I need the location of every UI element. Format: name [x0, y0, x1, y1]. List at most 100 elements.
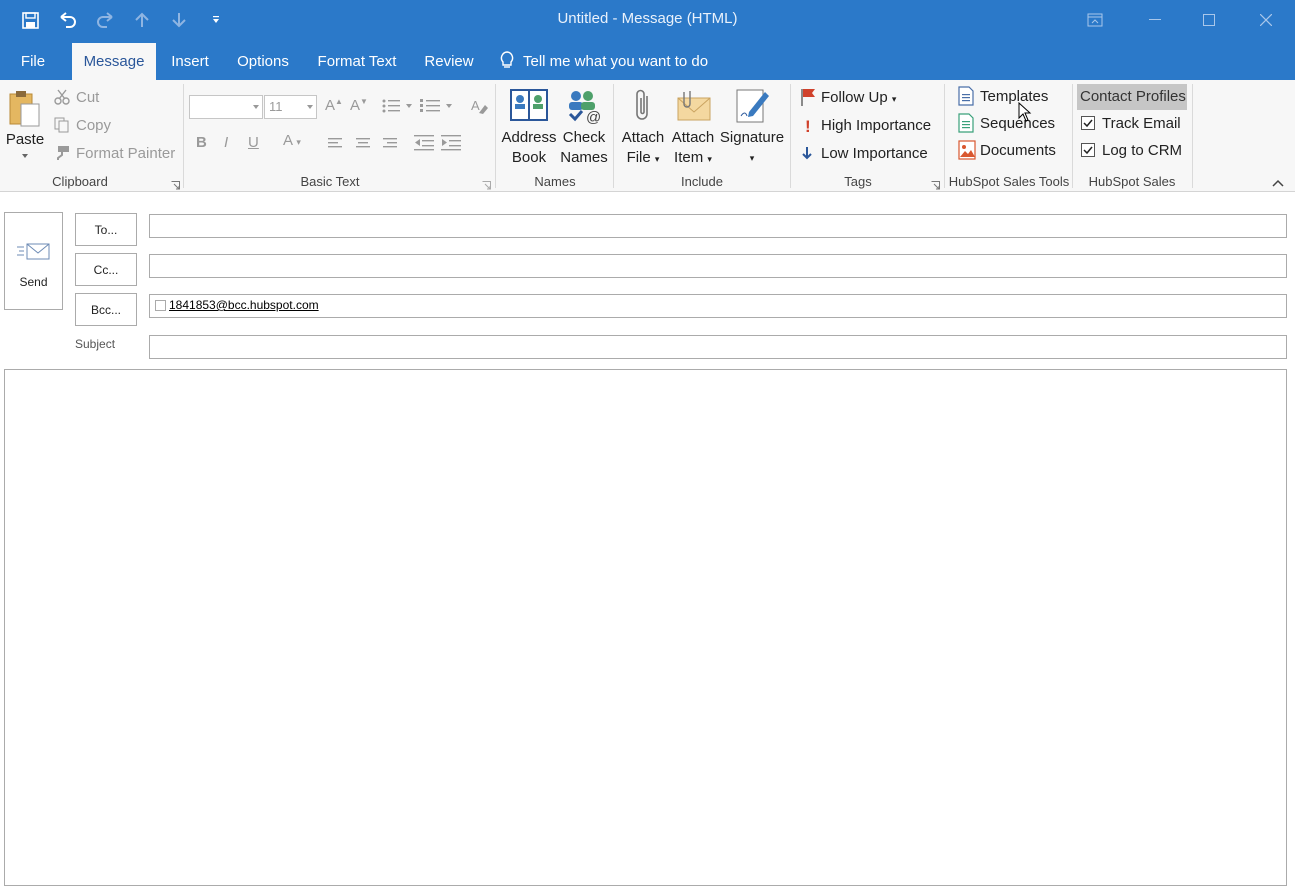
- cc-field[interactable]: [149, 254, 1287, 278]
- copy-button[interactable]: Copy: [76, 117, 111, 134]
- font-size-combo[interactable]: 11: [264, 95, 317, 119]
- italic-button[interactable]: I: [224, 134, 228, 151]
- templates-button[interactable]: Templates: [980, 88, 1048, 105]
- group-separator: [944, 84, 945, 188]
- check-names-label-line1: Check: [562, 129, 606, 146]
- bcc-field[interactable]: 1841853@bcc.hubspot.com: [149, 294, 1287, 318]
- attach-file-label-line2: File ▾: [626, 149, 660, 166]
- tab-format-text[interactable]: Format Text: [306, 43, 408, 80]
- documents-icon: [958, 140, 976, 165]
- group-separator: [790, 84, 791, 188]
- check-names-icon: @: [558, 88, 610, 128]
- to-button[interactable]: To...: [75, 213, 137, 246]
- to-field[interactable]: [149, 214, 1287, 238]
- ribbon-display-options-icon[interactable]: [1066, 0, 1123, 40]
- paperclip-icon: [618, 88, 668, 128]
- include-group-label: Include: [681, 174, 723, 189]
- increase-indent-icon[interactable]: [441, 135, 461, 156]
- documents-button[interactable]: Documents: [980, 142, 1056, 159]
- hubspot-sales-group-label: HubSpot Sales: [1088, 174, 1176, 189]
- attach-file-label-line1: Attach: [621, 129, 665, 146]
- font-name-combo[interactable]: [189, 95, 263, 119]
- tab-options[interactable]: Options: [226, 43, 300, 80]
- minimize-icon[interactable]: [1126, 0, 1183, 40]
- attach-item-button[interactable]: Attach Item ▾: [668, 88, 718, 169]
- align-left-icon[interactable]: [328, 137, 344, 155]
- subject-label: Subject: [75, 337, 116, 351]
- address-book-icon: [500, 88, 558, 128]
- send-button[interactable]: Send: [4, 212, 63, 310]
- address-book-button[interactable]: Address Book: [500, 88, 558, 168]
- align-center-icon[interactable]: [355, 137, 371, 155]
- group-separator: [613, 84, 614, 188]
- bullets-icon[interactable]: [382, 98, 414, 119]
- follow-up-button[interactable]: Follow Up ▾: [821, 89, 896, 106]
- track-email-label[interactable]: Track Email: [1102, 115, 1181, 132]
- clipboard-group-label: Clipboard: [52, 174, 108, 189]
- high-importance-button[interactable]: High Importance: [821, 117, 931, 134]
- low-importance-button[interactable]: Low Importance: [821, 145, 928, 162]
- send-icon: [17, 241, 51, 266]
- svg-text:@: @: [586, 109, 601, 124]
- maximize-icon[interactable]: [1180, 0, 1237, 40]
- paste-button[interactable]: Paste: [4, 88, 46, 158]
- dialog-launcher-icon[interactable]: [931, 177, 940, 190]
- hubspot-tools-group-label: HubSpot Sales Tools: [948, 174, 1070, 189]
- attach-file-button[interactable]: Attach File ▾: [618, 88, 668, 169]
- signature-button[interactable]: Signature ▾: [718, 88, 786, 168]
- compose-area: Send To... Cc... Bcc... 1841853@bcc.hubs…: [0, 192, 1295, 896]
- message-body[interactable]: [4, 369, 1287, 886]
- templates-icon: [958, 86, 974, 111]
- flag-icon: [800, 88, 816, 111]
- names-group-label: Names: [534, 174, 576, 189]
- numbering-icon[interactable]: [420, 98, 454, 119]
- format-painter-button[interactable]: Format Painter: [76, 145, 175, 162]
- tell-me-box[interactable]: Tell me what you want to do: [500, 43, 730, 80]
- address-book-label-line1: Address: [501, 129, 557, 146]
- check-names-button[interactable]: @ Check Names: [558, 88, 610, 168]
- attach-item-label-line1: Attach: [671, 129, 715, 146]
- group-separator: [1192, 84, 1193, 188]
- chevron-down-icon: ▾: [749, 153, 755, 163]
- contact-profiles-label: Contact Profiles: [1080, 88, 1186, 105]
- envelope-clip-icon: [668, 88, 718, 128]
- bcc-recipient[interactable]: 1841853@bcc.hubspot.com: [169, 298, 319, 312]
- cut-button[interactable]: Cut: [76, 89, 99, 106]
- tags-group-label: Tags: [844, 174, 872, 189]
- close-icon[interactable]: [1237, 0, 1294, 40]
- log-to-crm-label[interactable]: Log to CRM: [1102, 142, 1182, 159]
- track-email-checkbox[interactable]: [1081, 116, 1095, 130]
- ribbon-tabs: File Message Insert Options Format Text …: [0, 40, 1295, 80]
- signature-label: Signature: [719, 129, 785, 146]
- bcc-button[interactable]: Bcc...: [75, 293, 137, 326]
- group-separator: [1072, 84, 1073, 188]
- basic-text-group-label: Basic Text: [300, 174, 360, 189]
- tell-me-text: Tell me what you want to do: [523, 53, 709, 70]
- underline-button[interactable]: U: [248, 134, 259, 151]
- align-right-icon[interactable]: [381, 137, 397, 155]
- bold-button[interactable]: B: [196, 134, 207, 151]
- format-painter-icon: [54, 145, 70, 166]
- cc-button[interactable]: Cc...: [75, 253, 137, 286]
- decrease-indent-icon[interactable]: [414, 135, 434, 156]
- group-separator: [495, 84, 496, 188]
- tab-file[interactable]: File: [8, 43, 58, 80]
- tab-review[interactable]: Review: [414, 43, 484, 80]
- dialog-launcher-icon[interactable]: [482, 177, 491, 190]
- shrink-font-icon[interactable]: A▼: [350, 97, 368, 114]
- signature-icon: [718, 88, 786, 128]
- grow-font-icon[interactable]: A▲: [325, 97, 343, 114]
- tab-message[interactable]: Message: [72, 43, 156, 80]
- collapse-ribbon-icon[interactable]: [1272, 174, 1284, 192]
- send-label: Send: [19, 275, 48, 289]
- down-arrow-icon: [802, 146, 812, 165]
- font-color-icon[interactable]: A ▾: [283, 132, 301, 149]
- dialog-launcher-icon[interactable]: [171, 177, 180, 190]
- contact-profiles-button[interactable]: Contact Profiles: [1077, 84, 1187, 110]
- tab-insert[interactable]: Insert: [160, 43, 220, 80]
- attach-item-label-line2: Item ▾: [674, 149, 712, 166]
- log-to-crm-checkbox[interactable]: [1081, 143, 1095, 157]
- lightbulb-icon: [500, 50, 518, 73]
- subject-field[interactable]: [149, 335, 1287, 359]
- clear-formatting-icon[interactable]: A: [470, 97, 488, 120]
